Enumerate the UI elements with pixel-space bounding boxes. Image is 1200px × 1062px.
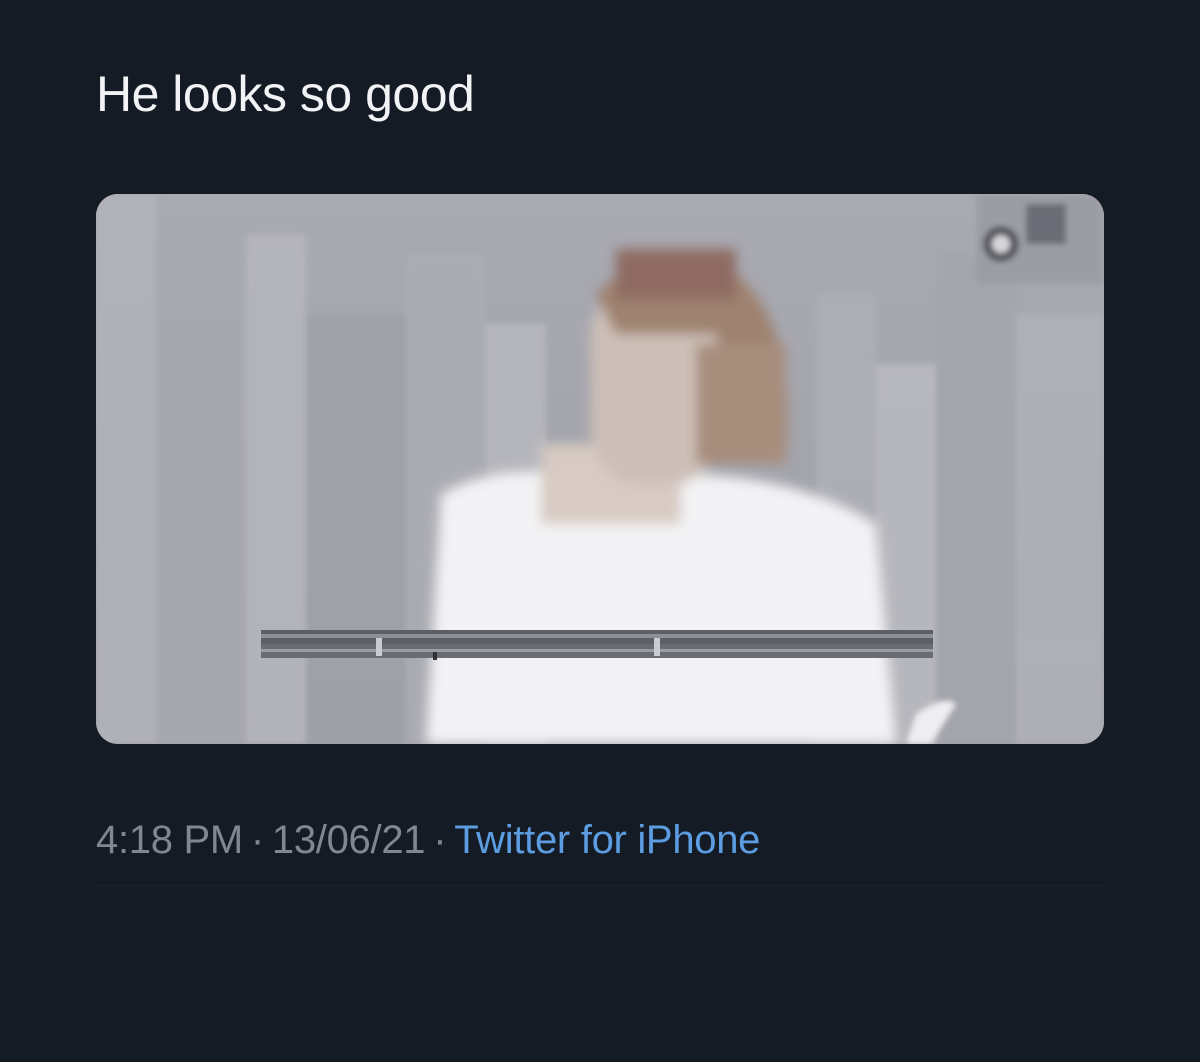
tweet-metadata: 4:18 PM · 13/06/21 · Twitter for iPhone [96,812,760,868]
divider [96,885,1104,886]
tweet-date: 13/06/21 [271,818,426,862]
tweet-time: 4:18 PM [96,818,243,862]
tweet-source-link[interactable]: Twitter for iPhone [454,818,760,862]
tweet-detail: He looks so good 4:18 PM · 13/06/21 · Tw… [0,0,1200,1062]
video-frame-image [96,194,1104,744]
tweet-text: He looks so good [96,66,475,122]
meta-separator: · [250,818,264,862]
tweet-media-video[interactable] [96,194,1104,744]
meta-separator: · [433,818,447,862]
